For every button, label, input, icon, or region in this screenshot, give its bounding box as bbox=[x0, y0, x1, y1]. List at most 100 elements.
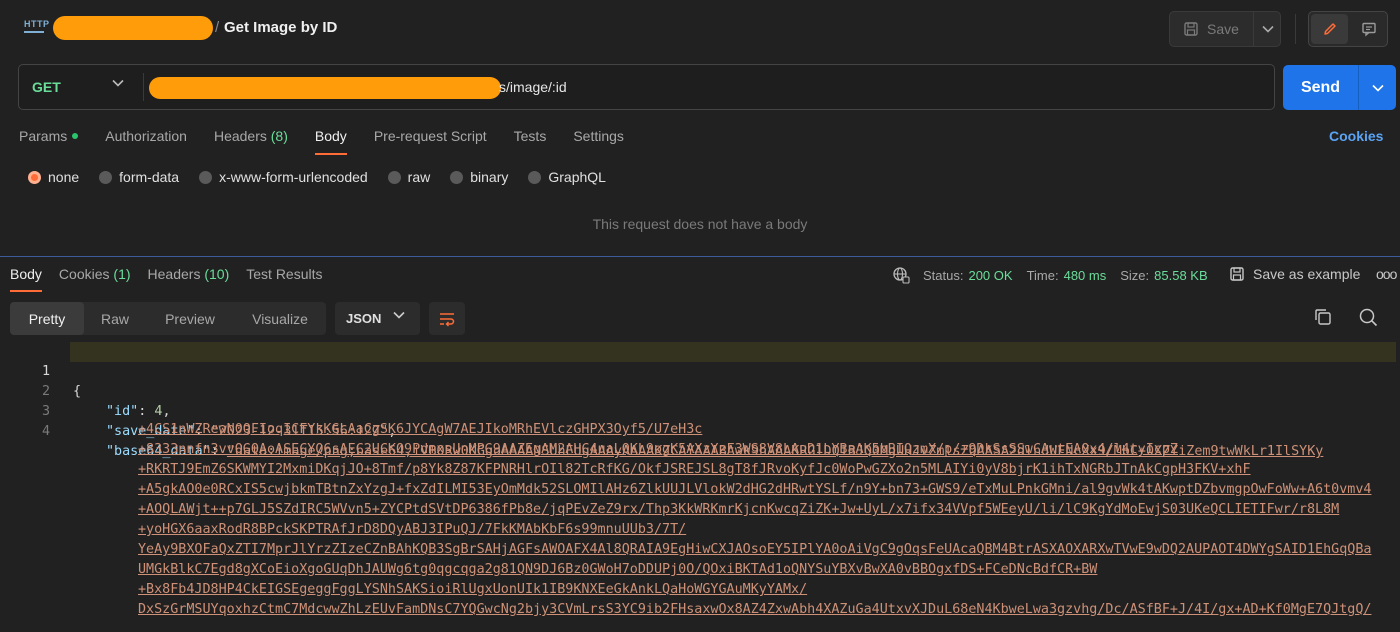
radio-label: x-www-form-urlencoded bbox=[219, 169, 368, 185]
save-button-group: Save bbox=[1169, 11, 1281, 47]
radio-form-data[interactable]: form-data bbox=[99, 169, 179, 185]
send-button-group: Send bbox=[1283, 65, 1396, 110]
search-button[interactable] bbox=[1357, 306, 1379, 328]
comments-button[interactable] bbox=[1350, 14, 1387, 44]
response-code-editor[interactable]: 1 { 2 "id": 4, 3 "save_date": "2023-12-3… bbox=[0, 340, 1400, 632]
network-globe-icon[interactable] bbox=[892, 266, 910, 284]
tab-count: (1) bbox=[113, 266, 131, 282]
code-wrapped-line[interactable]: +4CS1nWZRewN0QFIoqICFYkKGLAaCgSK6JYCAgW7… bbox=[138, 422, 702, 437]
chevron-down-icon bbox=[112, 79, 124, 87]
tab-label: Headers bbox=[213, 128, 267, 144]
save-as-example-button[interactable]: Save as example bbox=[1229, 266, 1360, 282]
radio-none[interactable]: none bbox=[28, 169, 79, 185]
tab-label: Body bbox=[10, 266, 42, 282]
mode-toggle bbox=[1308, 11, 1388, 47]
request-title[interactable]: Get Image by ID bbox=[224, 19, 337, 36]
tab-label: Body bbox=[314, 128, 347, 144]
view-tab-visualize[interactable]: Visualize bbox=[234, 302, 326, 335]
tab-count: (10) bbox=[204, 266, 230, 282]
cookies-link[interactable]: Cookies bbox=[1329, 128, 1383, 144]
pencil-icon bbox=[1322, 21, 1338, 37]
radio-indicator bbox=[528, 170, 542, 184]
save-disk-icon bbox=[1183, 21, 1199, 37]
copy-button[interactable] bbox=[1312, 306, 1334, 328]
response-tabs: Body Cookies (1) Headers (10) Test Resul… bbox=[10, 266, 340, 292]
url-input[interactable]: s/image/:id bbox=[499, 79, 567, 95]
status-value[interactable]: 200 OK bbox=[968, 268, 1012, 283]
tab-params[interactable]: Params bbox=[19, 128, 79, 156]
tab-label: Test Results bbox=[246, 266, 323, 282]
save-label: Save bbox=[1207, 21, 1239, 37]
tab-response-cookies[interactable]: Cookies (1) bbox=[59, 266, 131, 292]
radio-selected-indicator bbox=[28, 170, 41, 184]
send-options-dropdown[interactable] bbox=[1358, 65, 1396, 110]
tab-body[interactable]: Body bbox=[314, 128, 347, 156]
radio-indicator bbox=[99, 170, 113, 184]
radio-indicator bbox=[199, 170, 213, 184]
tab-pre-request-script[interactable]: Pre-request Script bbox=[374, 128, 487, 156]
tab-authorization[interactable]: Authorization bbox=[105, 128, 187, 156]
copy-icon bbox=[1312, 306, 1334, 328]
line-number: 4 bbox=[41, 424, 50, 439]
method-label: GET bbox=[32, 79, 61, 95]
redacted-collection-name[interactable] bbox=[53, 16, 213, 40]
view-tab-preview[interactable]: Preview bbox=[146, 302, 234, 335]
view-tab-pretty[interactable]: Pretty bbox=[10, 302, 84, 335]
wrap-lines-button[interactable] bbox=[429, 302, 465, 335]
pane-splitter[interactable] bbox=[0, 256, 1400, 257]
code-wrapped-line[interactable]: +A5gkAO0e0RCxIS5cwjbkmTBtnZxYzgJ+fxZdILM… bbox=[138, 482, 1371, 497]
method-select[interactable]: GET bbox=[19, 65, 143, 109]
save-options-dropdown[interactable] bbox=[1253, 12, 1281, 46]
send-button[interactable]: Send bbox=[1283, 65, 1358, 110]
status-label: Status: bbox=[923, 267, 964, 283]
code-wrapped-line[interactable]: UMGkBlkC7Egd8gXCoEioXgoGUqDhJAUWg6tg0qgc… bbox=[138, 562, 1097, 577]
code-wrapped-line[interactable]: +8333nnfn3vvOGQAoASECYQ6sAEC2UCKO9PdmxsU… bbox=[138, 442, 1178, 457]
body-type-options: none form-data x-www-form-urlencoded raw… bbox=[28, 168, 626, 186]
radio-label: binary bbox=[470, 169, 509, 185]
method-url-divider bbox=[143, 73, 144, 101]
time-label: Time: bbox=[1026, 267, 1059, 283]
wrap-text-icon bbox=[438, 311, 456, 327]
tab-label: Cookies bbox=[58, 266, 110, 282]
tab-settings[interactable]: Settings bbox=[573, 128, 624, 156]
code-wrapped-line[interactable]: YeAy9BXOFaQxZTI7MprJlYrzZIzeCZnBAhKQB3Sg… bbox=[138, 542, 1371, 557]
radio-label: none bbox=[48, 169, 80, 185]
redacted-url-host[interactable] bbox=[149, 77, 501, 99]
tab-label: Headers bbox=[147, 266, 201, 282]
code-wrapped-line[interactable]: DxSzGrMSUYqoxhzCtmC7MdcwwZhLzEUvFamDNsC7… bbox=[138, 602, 1371, 617]
tab-response-body[interactable]: Body bbox=[10, 266, 42, 292]
code-wrapped-line[interactable]: +AOQLAWjt++p7GLJ5SZdIRC5WVvn5+ZYCPtdSVtD… bbox=[138, 502, 1339, 517]
tab-headers[interactable]: Headers (8) bbox=[214, 128, 288, 156]
radio-indicator bbox=[387, 170, 401, 184]
code-wrapped-line[interactable]: +yoHGX6aaxRodR8BPckSKPTRAfJrD8DQyABJ3IPu… bbox=[138, 522, 686, 537]
search-icon bbox=[1357, 306, 1379, 328]
toolbar-divider bbox=[1295, 14, 1296, 44]
http-badge-text: HTTP bbox=[24, 19, 50, 29]
radio-x-www-form-urlencoded[interactable]: x-www-form-urlencoded bbox=[199, 169, 368, 185]
format-select[interactable]: JSON bbox=[335, 302, 420, 335]
size-value[interactable]: 85.58 KB bbox=[1154, 268, 1208, 283]
no-body-message: This request does not have a body bbox=[592, 216, 808, 232]
size-label: Size: bbox=[1120, 267, 1150, 283]
top-bar: HTTP / Get Image by ID Save bbox=[0, 0, 1400, 58]
code-line: 1 { bbox=[0, 342, 1400, 399]
tab-response-headers[interactable]: Headers (10) bbox=[148, 266, 230, 292]
edit-mode-button[interactable] bbox=[1311, 14, 1348, 44]
tab-label: Pre-request Script bbox=[373, 128, 487, 144]
radio-graphql[interactable]: GraphQL bbox=[528, 169, 606, 185]
save-disk-icon bbox=[1229, 266, 1245, 282]
save-as-example-label: Save as example bbox=[1253, 266, 1361, 282]
radio-binary[interactable]: binary bbox=[450, 169, 508, 185]
time-value[interactable]: 480 ms bbox=[1064, 268, 1107, 283]
code-wrapped-line[interactable]: +RKRTJ9EmZ6SKWMYI2MxmiDKqjJO+8Tmf/p8Yk8Z… bbox=[138, 462, 1251, 477]
tab-tests[interactable]: Tests bbox=[514, 128, 547, 156]
view-tab-raw[interactable]: Raw bbox=[84, 302, 146, 335]
chevron-down-icon bbox=[1261, 25, 1274, 33]
tab-test-results[interactable]: Test Results bbox=[246, 266, 322, 292]
radio-raw[interactable]: raw bbox=[387, 169, 430, 185]
more-options-button[interactable]: ooo bbox=[1376, 266, 1397, 282]
save-button[interactable]: Save bbox=[1170, 12, 1252, 46]
code-line: 4 "base64_data": "data:image/png;base64,… bbox=[0, 402, 1400, 459]
tab-label: Settings bbox=[573, 128, 624, 144]
code-wrapped-line[interactable]: +Bx8Fb4JD8HP4CkEIGSEgeggFggLYSNhSAKSioiR… bbox=[138, 582, 807, 597]
